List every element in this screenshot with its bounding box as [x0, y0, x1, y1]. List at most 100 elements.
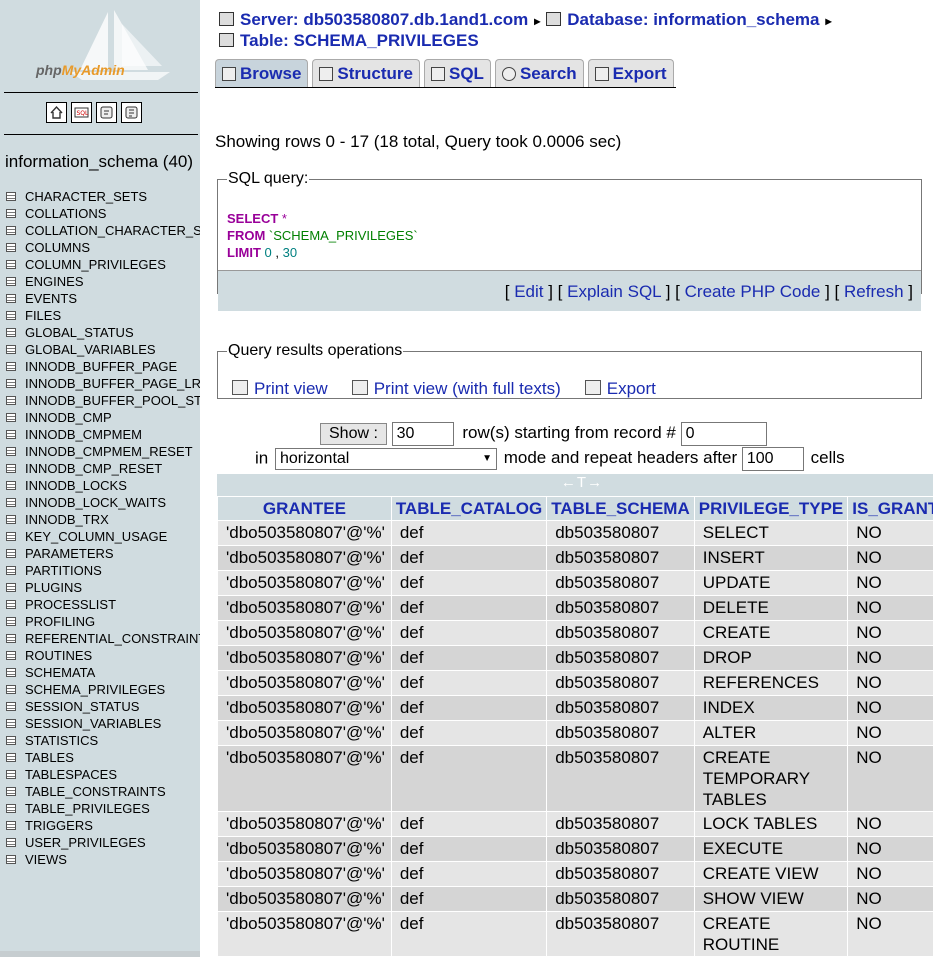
sidebar-table-item[interactable]: GLOBAL_STATUS: [6, 324, 200, 341]
table-browse-icon[interactable]: [6, 549, 16, 558]
sidebar-table-item[interactable]: COLLATIONS: [6, 205, 200, 222]
sidebar-table-item[interactable]: INNODB_CMP: [6, 409, 200, 426]
table-browse-icon[interactable]: [6, 447, 16, 456]
tab-export[interactable]: Export: [587, 59, 674, 88]
sidebar-table-item[interactable]: PARAMETERS: [6, 545, 200, 562]
table-browse-icon[interactable]: [6, 294, 16, 303]
create-php-code-link[interactable]: Create PHP Code: [685, 282, 821, 301]
sidebar-table-item[interactable]: COLUMN_PRIVILEGES: [6, 256, 200, 273]
sidebar-table-item[interactable]: PLUGINS: [6, 579, 200, 596]
table-browse-icon[interactable]: [6, 413, 16, 422]
sidebar-table-item[interactable]: INNODB_CMPMEM_RESET: [6, 443, 200, 460]
table-browse-icon[interactable]: [6, 719, 16, 728]
column-order-bar[interactable]: ←T→: [217, 474, 933, 496]
table-browse-icon[interactable]: [6, 498, 16, 507]
sidebar-table-item[interactable]: SCHEMA_PRIVILEGES: [6, 681, 200, 698]
sidebar-table-item[interactable]: REFERENTIAL_CONSTRAINTS: [6, 630, 200, 647]
table-browse-icon[interactable]: [6, 226, 16, 235]
table-browse-icon[interactable]: [6, 277, 16, 286]
table-row[interactable]: 'dbo503580807'@'%' def db503580807 SELECT NO: [218, 521, 933, 545]
phpmyadmin-logo[interactable]: phpMyAdmin: [36, 62, 125, 78]
table-row[interactable]: 'dbo503580807'@'%' def db503580807 REFERENC…: [218, 671, 933, 695]
column-header[interactable]: IS_GRANTABLE: [848, 497, 933, 520]
sidebar-table-item[interactable]: FILES: [6, 307, 200, 324]
table-browse-icon[interactable]: [6, 668, 16, 677]
table-browse-icon[interactable]: [6, 260, 16, 269]
sidebar-table-item[interactable]: INNODB_CMPMEM: [6, 426, 200, 443]
table-row[interactable]: 'dbo503580807'@'%' def db503580807 CREATE T…: [218, 746, 933, 811]
tab-browse[interactable]: Browse: [215, 59, 309, 88]
table-row[interactable]: 'dbo503580807'@'%' def db503580807 INDEX NO: [218, 696, 933, 720]
tab-search[interactable]: Search: [494, 59, 584, 88]
sidebar-table-item[interactable]: TABLE_CONSTRAINTS: [6, 783, 200, 800]
table-browse-icon[interactable]: [6, 838, 16, 847]
breadcrumb-table[interactable]: Table: SCHEMA_PRIVILEGES: [240, 31, 479, 50]
table-row[interactable]: 'dbo503580807'@'%' def db503580807 UPDATE NO: [218, 571, 933, 595]
tab-sql[interactable]: SQL: [424, 59, 491, 88]
display-mode-select[interactable]: horizontal ▼: [274, 448, 497, 470]
sidebar-table-item[interactable]: SCHEMATA: [6, 664, 200, 681]
table-browse-icon[interactable]: [6, 685, 16, 694]
table-browse-icon[interactable]: [6, 736, 16, 745]
table-browse-icon[interactable]: [6, 430, 16, 439]
table-row[interactable]: 'dbo503580807'@'%' def db503580807 SHOW VIE…: [218, 887, 933, 911]
sidebar-table-item[interactable]: SESSION_STATUS: [6, 698, 200, 715]
edit-link[interactable]: Edit: [514, 282, 543, 301]
table-browse-icon[interactable]: [6, 855, 16, 864]
table-browse-icon[interactable]: [6, 379, 16, 388]
sidebar-table-item[interactable]: SESSION_VARIABLES: [6, 715, 200, 732]
column-header[interactable]: TABLE_CATALOG: [391, 497, 547, 520]
tab-structure[interactable]: Structure: [312, 59, 420, 88]
table-browse-icon[interactable]: [6, 821, 16, 830]
column-header[interactable]: GRANTEE: [218, 497, 391, 520]
table-row[interactable]: 'dbo503580807'@'%' def db503580807 DELETE NO: [218, 596, 933, 620]
explain-sql-link[interactable]: Explain SQL: [567, 282, 661, 301]
table-browse-icon[interactable]: [6, 566, 16, 575]
table-browse-icon[interactable]: [6, 787, 16, 796]
table-browse-icon[interactable]: [6, 753, 16, 762]
documentation-icon[interactable]: [121, 102, 142, 123]
column-order-icon[interactable]: ←T→: [561, 474, 603, 491]
table-browse-icon[interactable]: [6, 209, 16, 218]
table-browse-icon[interactable]: [6, 362, 16, 371]
table-row[interactable]: 'dbo503580807'@'%' def db503580807 DROP NO: [218, 646, 933, 670]
rows-count-input[interactable]: 30: [391, 422, 454, 446]
repeat-headers-input[interactable]: 100: [741, 447, 804, 471]
table-browse-icon[interactable]: [6, 634, 16, 643]
table-browse-icon[interactable]: [6, 583, 16, 592]
sidebar-table-item[interactable]: EVENTS: [6, 290, 200, 307]
table-row[interactable]: 'dbo503580807'@'%' def db503580807 INSERT NO: [218, 546, 933, 570]
sidebar-table-item[interactable]: TABLE_PRIVILEGES: [6, 800, 200, 817]
table-browse-icon[interactable]: [6, 311, 16, 320]
sidebar-table-item[interactable]: INNODB_BUFFER_PAGE_LRU: [6, 375, 200, 392]
sidebar-table-item[interactable]: VIEWS: [6, 851, 200, 868]
refresh-link[interactable]: Refresh: [844, 282, 904, 301]
sidebar-table-item[interactable]: INNODB_BUFFER_POOL_STA: [6, 392, 200, 409]
table-browse-icon[interactable]: [6, 532, 16, 541]
table-browse-icon[interactable]: [6, 770, 16, 779]
sidebar-table-item[interactable]: INNODB_CMP_RESET: [6, 460, 200, 477]
table-browse-icon[interactable]: [6, 345, 16, 354]
table-browse-icon[interactable]: [6, 804, 16, 813]
table-browse-icon[interactable]: [6, 396, 16, 405]
sidebar-table-item[interactable]: ENGINES: [6, 273, 200, 290]
table-browse-icon[interactable]: [6, 515, 16, 524]
table-row[interactable]: 'dbo503580807'@'%' def db503580807 CREATE R…: [218, 912, 933, 956]
table-browse-icon[interactable]: [6, 243, 16, 252]
start-record-input[interactable]: 0: [680, 422, 767, 446]
print-view-link[interactable]: Print view: [254, 379, 328, 398]
print-view-full-link[interactable]: Print view (with full texts): [374, 379, 561, 398]
sidebar-table-item[interactable]: TRIGGERS: [6, 817, 200, 834]
table-browse-icon[interactable]: [6, 464, 16, 473]
show-button[interactable]: Show :: [320, 423, 387, 446]
table-row[interactable]: 'dbo503580807'@'%' def db503580807 CREATE NO: [218, 621, 933, 645]
table-browse-icon[interactable]: [6, 328, 16, 337]
column-header[interactable]: PRIVILEGE_TYPE: [694, 497, 848, 520]
horizontal-scrollbar[interactable]: [0, 951, 200, 957]
sidebar-table-item[interactable]: ROUTINES: [6, 647, 200, 664]
breadcrumb-server[interactable]: Server: db503580807.db.1and1.com: [240, 10, 528, 29]
sidebar-table-item[interactable]: INNODB_TRX: [6, 511, 200, 528]
table-row[interactable]: 'dbo503580807'@'%' def db503580807 ALTER NO: [218, 721, 933, 745]
sidebar-table-item[interactable]: GLOBAL_VARIABLES: [6, 341, 200, 358]
column-header[interactable]: TABLE_SCHEMA: [547, 497, 694, 520]
